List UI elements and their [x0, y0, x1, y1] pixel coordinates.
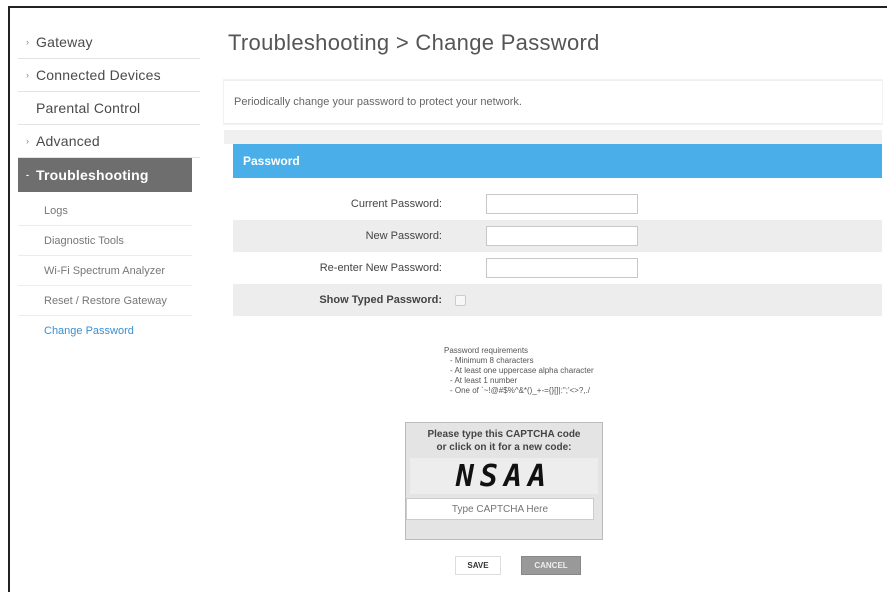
chevron-right-icon: › [26, 70, 30, 80]
sidebar-subitem-logs[interactable]: Logs [18, 196, 192, 226]
captcha-instruction: Please type this CAPTCHA code or click o… [406, 428, 602, 454]
sidebar-subitem-label: Reset / Restore Gateway [44, 294, 167, 307]
sidebar-subitem-diagnostic-tools[interactable]: Diagnostic Tools [18, 226, 192, 256]
sidebar-item-label: Troubleshooting [36, 167, 149, 183]
reenter-password-row: Re-enter New Password: [233, 252, 882, 284]
sidebar-item-label: Gateway [36, 34, 93, 50]
cancel-button[interactable]: CANCEL [521, 556, 581, 575]
captcha-instruction-line: Please type this CAPTCHA code [427, 429, 581, 440]
requirement-item: - Minimum 8 characters [450, 356, 534, 365]
chevron-right-icon: › [26, 136, 30, 146]
new-password-label: New Password: [365, 230, 442, 242]
sidebar-item-label: Connected Devices [36, 67, 161, 83]
save-button[interactable]: SAVE [455, 556, 501, 575]
divider [224, 130, 882, 144]
sidebar-item-label: Advanced [36, 133, 100, 149]
new-password-input[interactable] [486, 226, 638, 246]
password-requirements: Password requirements - Minimum 8 charac… [444, 346, 594, 396]
sidebar-subitem-change-password[interactable]: Change Password [18, 316, 192, 346]
password-panel: Password Current Password: New Password:… [224, 144, 882, 316]
sidebar-item-troubleshooting[interactable]: - Troubleshooting [18, 158, 192, 192]
captcha-input[interactable] [406, 498, 594, 520]
chevron-right-icon: › [26, 37, 30, 47]
captcha-box: Please type this CAPTCHA code or click o… [405, 422, 603, 540]
sidebar-subitem-reset-restore[interactable]: Reset / Restore Gateway [18, 286, 192, 316]
chevron-down-icon: - [26, 170, 30, 180]
requirement-item: - At least one uppercase alpha character [450, 366, 594, 375]
sidebar-subitem-label: Logs [44, 204, 68, 217]
panel-header: Password [233, 144, 882, 178]
current-password-input[interactable] [486, 194, 638, 214]
requirement-item: - One of `~!@#$%^&*()_+-={}[]|:";'<>?,./ [450, 386, 590, 395]
intro-text: Periodically change your password to pro… [224, 80, 882, 124]
requirement-item: - At least 1 number [450, 376, 518, 385]
show-typed-password-row: Show Typed Password: [233, 284, 882, 316]
sidebar-subitem-wifi-spectrum[interactable]: Wi-Fi Spectrum Analyzer [18, 256, 192, 286]
show-typed-password-checkbox[interactable] [455, 294, 466, 306]
new-password-row: New Password: [233, 220, 882, 252]
requirements-title: Password requirements [444, 346, 529, 355]
sidebar-item-connected-devices[interactable]: › Connected Devices [18, 59, 200, 92]
sidebar-subitem-label: Diagnostic Tools [44, 234, 124, 247]
page-title: Troubleshooting > Change Password [228, 30, 600, 55]
captcha-instruction-line: or click on it for a new code: [436, 442, 572, 453]
sidebar: › Gateway › Connected Devices Parental C… [18, 26, 200, 346]
sidebar-subitem-label: Wi-Fi Spectrum Analyzer [44, 264, 166, 277]
current-password-label: Current Password: [350, 198, 442, 210]
sidebar-item-advanced[interactable]: › Advanced [18, 125, 200, 158]
sidebar-item-parental-control[interactable]: Parental Control [18, 92, 200, 125]
reenter-password-input[interactable] [486, 258, 638, 278]
current-password-row: Current Password: [233, 188, 882, 220]
captcha-image[interactable]: NSAA [410, 458, 598, 494]
show-typed-password-label: Show Typed Password: [319, 294, 442, 306]
sidebar-item-gateway[interactable]: › Gateway [18, 26, 200, 59]
reenter-password-label: Re-enter New Password: [319, 262, 442, 274]
sidebar-subitem-label: Change Password [44, 325, 134, 337]
sidebar-item-label: Parental Control [36, 100, 141, 116]
